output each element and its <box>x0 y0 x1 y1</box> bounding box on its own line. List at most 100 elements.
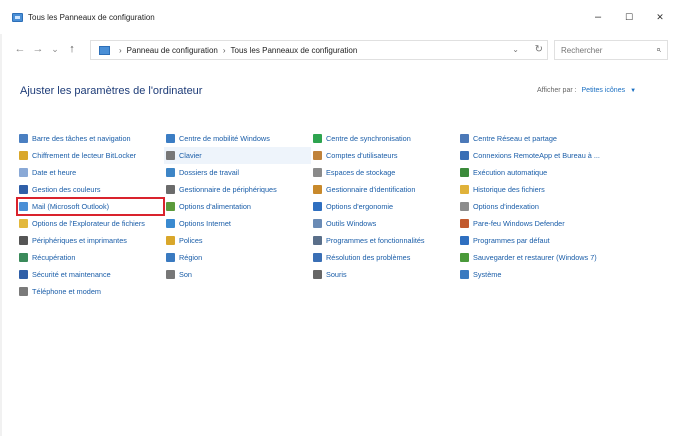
mobility-icon <box>166 134 175 143</box>
ease-of-access-icon <box>313 202 322 211</box>
breadcrumb-all-items[interactable]: Tous les Panneaux de configuration <box>231 46 358 55</box>
search-icon[interactable]: ⌕ <box>656 44 661 55</box>
control-panel-item[interactable]: Résolution des problèmes <box>311 249 458 266</box>
control-panel-item[interactable]: Programmes par défaut <box>458 232 648 249</box>
address-bar[interactable]: › Panneau de configuration › Tous les Pa… <box>90 40 548 60</box>
programs-icon <box>313 236 322 245</box>
control-panel-item-label: Programmes et fonctionnalités <box>326 236 425 245</box>
control-panel-item[interactable]: Dossiers de travail <box>164 164 311 181</box>
control-panel-item[interactable]: Pare-feu Windows Defender <box>458 215 648 232</box>
work-folders-icon <box>166 168 175 177</box>
control-panel-item[interactable]: Système <box>458 266 648 283</box>
control-panel-item-label: Centre de mobilité Windows <box>179 134 270 143</box>
remoteapp-icon <box>460 151 469 160</box>
control-panel-item-label: Clavier <box>179 151 202 160</box>
control-panel-item[interactable]: Centre de mobilité Windows <box>164 130 311 147</box>
control-panel-item[interactable]: Région <box>164 249 311 266</box>
minimize-button[interactable]: – <box>588 10 608 24</box>
mail-icon <box>19 202 28 211</box>
close-button[interactable]: ✕ <box>650 10 670 24</box>
control-panel-icon <box>99 45 110 55</box>
control-panel-item-label: Chiffrement de lecteur BitLocker <box>32 151 137 160</box>
control-panel-item-label: Espaces de stockage <box>326 168 396 177</box>
control-panel-item[interactable]: Exécution automatique <box>458 164 648 181</box>
control-panel-item-label: Options d'ergonomie <box>326 202 394 211</box>
recovery-icon <box>19 253 28 262</box>
control-panel-item-label: Dossiers de travail <box>179 168 240 177</box>
explorer-options-icon <box>19 219 28 228</box>
control-panel-item[interactable]: Mail (Microsoft Outlook) <box>16 197 165 216</box>
region-icon <box>166 253 175 262</box>
control-panel-item[interactable]: Son <box>164 266 311 283</box>
control-panel-item[interactable]: Espaces de stockage <box>311 164 458 181</box>
breadcrumb-control-panel[interactable]: Panneau de configuration <box>127 46 218 55</box>
control-panel-item-label: Mail (Microsoft Outlook) <box>32 202 110 211</box>
control-panel-item[interactable]: Date et heure <box>17 164 164 181</box>
maximize-button[interactable]: ☐ <box>619 10 639 24</box>
window-title: Tous les Panneaux de configuration <box>28 13 155 22</box>
firewall-icon <box>460 219 469 228</box>
view-by-control: Afficher par : Petites icônes ▼ <box>537 87 636 94</box>
control-panel-item[interactable]: Polices <box>164 232 311 249</box>
view-by-dropdown[interactable]: Petites icônes <box>582 87 626 94</box>
control-panel-item[interactable]: Programmes et fonctionnalités <box>311 232 458 249</box>
view-by-label: Afficher par : <box>537 87 577 94</box>
control-panel-item-label: Centre Réseau et partage <box>473 134 557 143</box>
back-button[interactable]: ← <box>12 41 28 57</box>
control-panel-item[interactable]: Outils Windows <box>311 215 458 232</box>
forward-button[interactable]: → <box>30 41 46 57</box>
refresh-icon[interactable]: ↻ <box>535 44 543 55</box>
clock-icon <box>19 168 28 177</box>
control-panel-item[interactable]: Souris <box>311 266 458 283</box>
device-manager-icon <box>166 185 175 194</box>
control-panel-item[interactable]: Options Internet <box>164 215 311 232</box>
control-panel-item[interactable]: Options de l'Explorateur de fichiers <box>17 215 164 232</box>
indexing-icon <box>460 202 469 211</box>
control-panel-item-label: Région <box>179 253 203 262</box>
control-panel-item[interactable]: Périphériques et imprimantes <box>17 232 164 249</box>
control-panel-item[interactable]: Clavier <box>164 147 311 164</box>
navigation-bar: ← → ⌄ ↑ › Panneau de configuration › Tou… <box>0 38 675 62</box>
search-input[interactable] <box>561 44 647 57</box>
recent-locations-button[interactable]: ⌄ <box>47 41 63 57</box>
control-panel-item-label: Récupération <box>32 253 76 262</box>
up-button[interactable]: ↑ <box>64 41 80 57</box>
control-panel-item[interactable]: Sécurité et maintenance <box>17 266 164 283</box>
control-panel-item[interactable]: Options d'indexation <box>458 198 648 215</box>
control-panel-item[interactable]: Sauvegarder et restaurer (Windows 7) <box>458 249 648 266</box>
control-panel-item[interactable]: Options d'alimentation <box>164 198 311 215</box>
control-panel-item[interactable]: Centre de synchronisation <box>311 130 458 147</box>
control-panel-item-label: Centre de synchronisation <box>326 134 411 143</box>
credential-icon <box>313 185 322 194</box>
control-panel-item-label: Outils Windows <box>326 219 377 228</box>
breadcrumb-separator: › <box>222 45 226 55</box>
internet-icon <box>166 219 175 228</box>
control-panel-item[interactable]: Gestionnaire de périphériques <box>164 181 311 198</box>
address-dropdown-icon[interactable]: ⌄ <box>512 45 519 54</box>
search-box[interactable]: ⌕ <box>554 40 668 60</box>
chevron-down-icon[interactable]: ▼ <box>630 88 636 94</box>
control-panel-item-label: Téléphone et modem <box>32 287 101 296</box>
control-panel-item[interactable]: Connexions RemoteApp et Bureau à ... <box>458 147 648 164</box>
security-flag-icon <box>19 270 28 279</box>
control-panel-item[interactable]: Gestion des couleurs <box>17 181 164 198</box>
control-panel-item-label: Son <box>179 270 192 279</box>
control-panel-item[interactable]: Téléphone et modem <box>17 283 164 300</box>
storage-icon <box>313 168 322 177</box>
control-panel-item-label: Pare-feu Windows Defender <box>473 219 565 228</box>
control-panel-item[interactable]: Récupération <box>17 249 164 266</box>
control-panel-item-label: Périphériques et imprimantes <box>32 236 127 245</box>
control-panel-item-label: Date et heure <box>32 168 77 177</box>
control-panel-item[interactable]: Gestionnaire d'identification <box>311 181 458 198</box>
control-panel-item[interactable]: Options d'ergonomie <box>311 198 458 215</box>
control-panel-item-label: Gestion des couleurs <box>32 185 101 194</box>
control-panel-item-label: Résolution des problèmes <box>326 253 411 262</box>
control-panel-item[interactable]: Barre des tâches et navigation <box>17 130 164 147</box>
control-panel-item[interactable]: Historique des fichiers <box>458 181 648 198</box>
control-panel-item[interactable]: Chiffrement de lecteur BitLocker <box>17 147 164 164</box>
bitlocker-icon <box>19 151 28 160</box>
control-panel-items: Barre des tâches et navigation Centre de … <box>16 130 648 300</box>
control-panel-item[interactable]: Centre Réseau et partage <box>458 130 648 147</box>
control-panel-item[interactable]: Comptes d'utilisateurs <box>311 147 458 164</box>
power-icon <box>166 202 175 211</box>
